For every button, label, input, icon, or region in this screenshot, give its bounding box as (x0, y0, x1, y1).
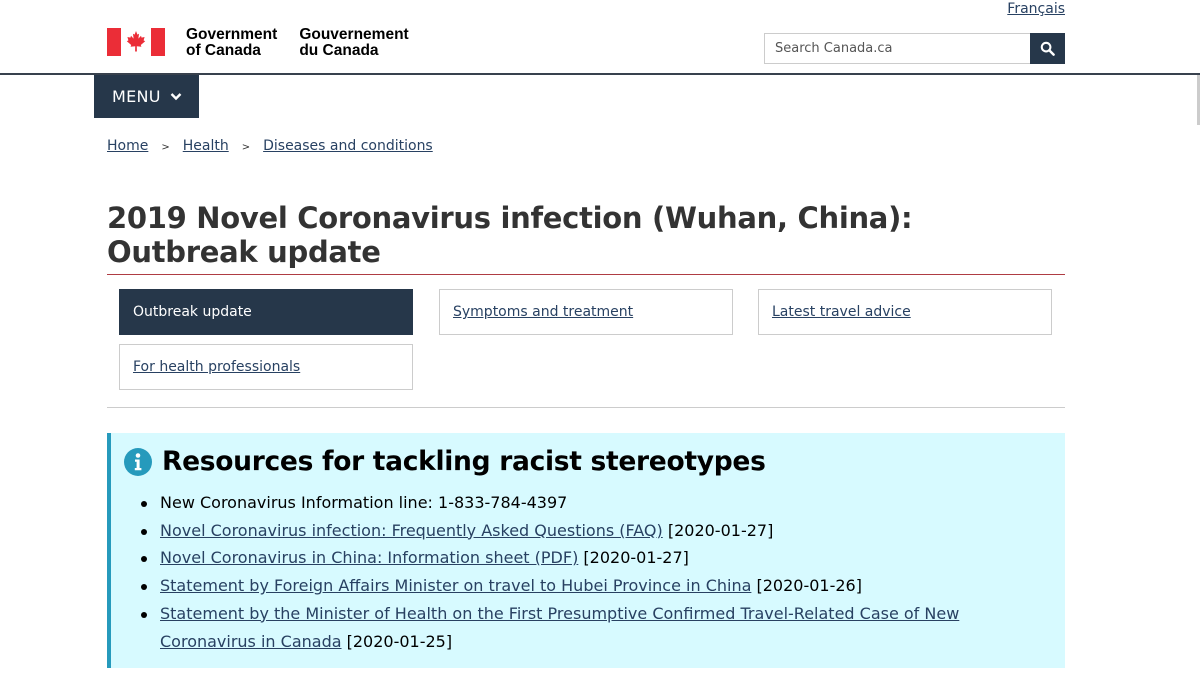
alert-heading: Resources for tackling racist stereotype… (162, 446, 766, 477)
breadcrumb-separator: > (241, 141, 251, 153)
search-button[interactable] (1030, 33, 1065, 64)
breadcrumb-health[interactable]: Health (183, 138, 229, 154)
canada-flag-icon (107, 28, 165, 56)
info-line-text: New Coronavirus Information line: 1-833-… (160, 493, 568, 512)
alert-list: New Coronavirus Information line: 1-833-… (141, 489, 1051, 655)
tab-latest-travel-advice[interactable]: Latest travel advice (758, 289, 1052, 335)
item-date: [2020-01-26] (756, 576, 862, 596)
section-divider (107, 407, 1065, 408)
item-date: [2020-01-27] (583, 548, 689, 568)
tab-symptoms-and-treatment[interactable]: Symptoms and treatment (439, 289, 733, 335)
faq-link[interactable]: Novel Coronavirus infection: Frequently … (160, 521, 663, 540)
language-toggle-link[interactable]: Français (1007, 1, 1065, 17)
list-item: Statement by Foreign Affairs Minister on… (141, 572, 1051, 600)
chevron-down-icon (170, 92, 182, 101)
information-sheet-link[interactable]: Novel Coronavirus in China: Information … (160, 548, 578, 567)
menu-label: MENU (112, 87, 161, 106)
health-minister-statement-link[interactable]: Statement by the Minister of Health on t… (160, 604, 959, 651)
government-signature[interactable]: Government of Canada Gouvernement du Can… (107, 27, 409, 59)
tab-for-health-professionals[interactable]: For health professionals (119, 344, 413, 390)
info-alert: Resources for tackling racist stereotype… (107, 433, 1065, 668)
tab-outbreak-update[interactable]: Outbreak update (119, 289, 413, 335)
foreign-affairs-statement-link[interactable]: Statement by Foreign Affairs Minister on… (160, 576, 751, 595)
list-item: New Coronavirus Information line: 1-833-… (141, 489, 1051, 517)
list-item: Novel Coronavirus infection: Frequently … (141, 517, 1051, 545)
breadcrumb-diseases-and-conditions[interactable]: Diseases and conditions (263, 138, 433, 154)
list-item: Statement by the Minister of Health on t… (141, 600, 1051, 655)
search-form (764, 33, 1065, 64)
item-date: [2020-01-27] (667, 520, 774, 540)
item-date: [2020-01-25] (346, 631, 453, 651)
list-item: Novel Coronavirus in China: Information … (141, 544, 1051, 572)
info-icon (124, 448, 152, 476)
signature-french: Gouvernement du Canada (299, 26, 409, 59)
menu-button[interactable]: MENU (94, 75, 199, 118)
site-header: Government of Canada Gouvernement du Can… (107, 27, 1065, 67)
title-underline (107, 274, 1065, 275)
signature-english: Government of Canada (186, 26, 278, 59)
breadcrumb: Home > Health > Diseases and conditions (107, 138, 433, 154)
search-icon (1040, 41, 1055, 56)
breadcrumb-separator: > (161, 141, 170, 153)
search-input[interactable] (764, 33, 1030, 64)
page-title: 2019 Novel Coronavirus infection (Wuhan,… (107, 201, 913, 269)
breadcrumb-home[interactable]: Home (107, 138, 148, 154)
